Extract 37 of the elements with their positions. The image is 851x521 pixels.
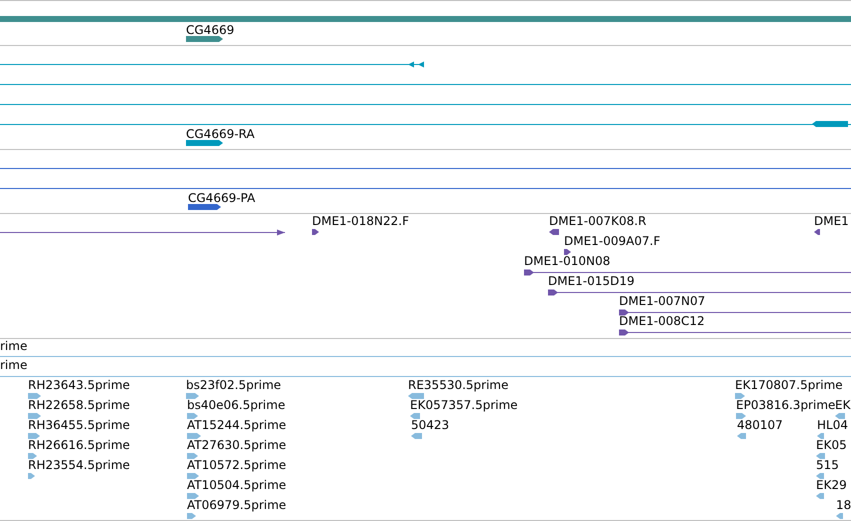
- feature-label: DME1-015D19: [548, 274, 635, 288]
- feature-label: AT15244.5prime: [187, 418, 286, 432]
- feature-label: DME1-018N22.F: [312, 214, 410, 228]
- feature-label: DME1-007K08.R: [549, 214, 646, 228]
- feature-label: bs23f02.5prime: [186, 378, 282, 392]
- feature-label: EK29: [816, 478, 847, 492]
- feature-label: CG4669-RA: [186, 127, 255, 141]
- feature-label: RH23643.5prime: [28, 378, 130, 392]
- feature-label: DME1: [814, 214, 849, 228]
- feature-label: RH23554.5prime: [28, 458, 130, 472]
- feature-label: AT10504.5prime: [187, 478, 286, 492]
- feature-label: HL04: [817, 418, 848, 432]
- feature-label: CG4669: [186, 23, 234, 37]
- feature-label: rime: [0, 358, 28, 372]
- feature-label: EK: [835, 398, 850, 412]
- feature-label: RH26616.5prime: [28, 438, 130, 452]
- feature-label: bs40e06.5prime: [187, 398, 286, 412]
- feature-label: RH36455.5prime: [28, 418, 130, 432]
- feature-label: 18: [836, 498, 851, 512]
- feature-label: AT10572.5prime: [187, 458, 286, 472]
- feature-label: AT27630.5prime: [187, 438, 286, 452]
- feature-label: DME1-010N08: [524, 254, 610, 268]
- feature-label: 515: [816, 458, 839, 472]
- feature-label: 50423: [411, 418, 450, 432]
- feature-label: AT06979.5prime: [187, 498, 286, 512]
- feature-label: EK057357.5prime: [410, 398, 518, 412]
- feature-label: RE35530.5prime: [408, 378, 508, 392]
- feature-label: EK170807.5prime: [735, 378, 843, 392]
- feature-label: RH22658.5prime: [28, 398, 130, 412]
- feature-label: DME1-008C12: [619, 314, 705, 328]
- feature-label: rime: [0, 339, 28, 353]
- feature-label: EK05: [816, 438, 847, 452]
- feature-label: DME1-007N07: [619, 294, 706, 308]
- feature-label: 480107: [737, 418, 783, 432]
- feature-label: CG4669-PA: [188, 191, 256, 205]
- feature-label: EP03816.3prime: [736, 398, 836, 412]
- feature-label: DME1-009A07.F: [564, 234, 660, 248]
